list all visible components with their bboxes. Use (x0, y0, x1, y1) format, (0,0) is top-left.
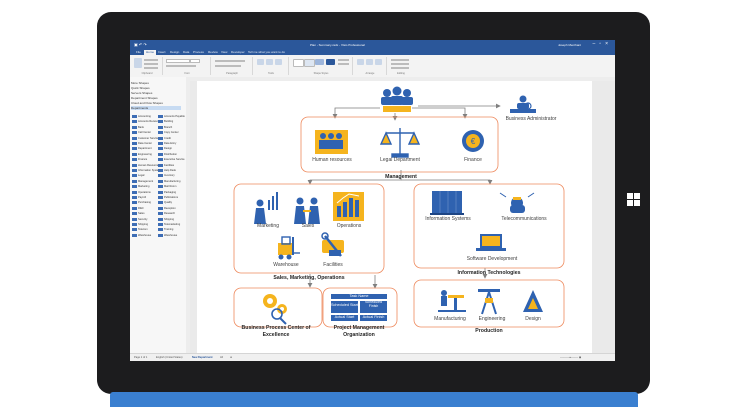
it-title: Information Technologies (457, 270, 521, 276)
design-label: Design (525, 316, 541, 322)
sales-title: Sales, Marketing, Operations (273, 275, 345, 281)
design-triangle-icon[interactable] (523, 290, 543, 312)
legal-label: Legal Department (380, 157, 420, 163)
hr-label: Human resources (312, 157, 352, 163)
warehouse-label: Warehouse (273, 262, 299, 268)
engineering-label: Engineering (478, 316, 506, 322)
administrator-label: Business Administrator (505, 116, 557, 122)
actual-start-cell[interactable]: Actual Start (330, 314, 359, 322)
keyboard-cover (110, 392, 638, 407)
operations-chart-icon[interactable] (333, 192, 364, 221)
software-development-laptop-icon[interactable] (476, 234, 506, 251)
marketing-label: Marketing (257, 223, 279, 229)
human-resources-icon[interactable] (315, 130, 348, 154)
legal-scales-icon[interactable] (379, 128, 421, 158)
windows-logo-icon[interactable] (627, 193, 640, 206)
telecommunications-label: Telecommunications (501, 216, 547, 222)
finance-label: Finance (464, 157, 482, 163)
pmo-title: Project Management Organization (333, 325, 385, 338)
facilities-tools-icon[interactable] (321, 232, 344, 257)
facilities-label: Facilities (323, 262, 343, 268)
manufacturing-label: Manufacturing (434, 316, 466, 322)
telecommunications-icon[interactable] (499, 192, 535, 213)
bpce-gears-icon[interactable] (263, 294, 287, 325)
engineering-compass-icon[interactable] (478, 289, 500, 315)
information-systems-label: Information Systems (425, 216, 471, 222)
information-systems-server-icon[interactable] (430, 191, 464, 215)
scheduled-finish-cell[interactable]: Scheduled Finish (359, 300, 388, 314)
task-name-cell[interactable]: Task Name (330, 293, 388, 300)
production-title: Production (475, 328, 503, 334)
sales-label: Sales (301, 223, 315, 229)
operations-label: Operations (336, 223, 362, 229)
software-development-label: Software Development (466, 256, 518, 262)
management-title: Management (385, 174, 417, 180)
business-administrator-icon[interactable] (510, 95, 536, 114)
sales-handshake-icon[interactable] (294, 197, 320, 225)
warehouse-forklift-icon[interactable] (278, 236, 300, 260)
manufacturing-icon[interactable] (438, 290, 466, 312)
actual-finish-cell[interactable]: Actual Finish (359, 314, 388, 322)
finance-coin-icon[interactable]: € (462, 130, 484, 152)
executives-icon[interactable] (381, 86, 413, 113)
svg-text:€: € (471, 137, 476, 146)
marketing-icon[interactable] (254, 192, 278, 224)
bpce-title: Business Process Center of Excellence (241, 325, 311, 338)
scheduled-start-cell[interactable]: Scheduled Start (330, 300, 359, 314)
